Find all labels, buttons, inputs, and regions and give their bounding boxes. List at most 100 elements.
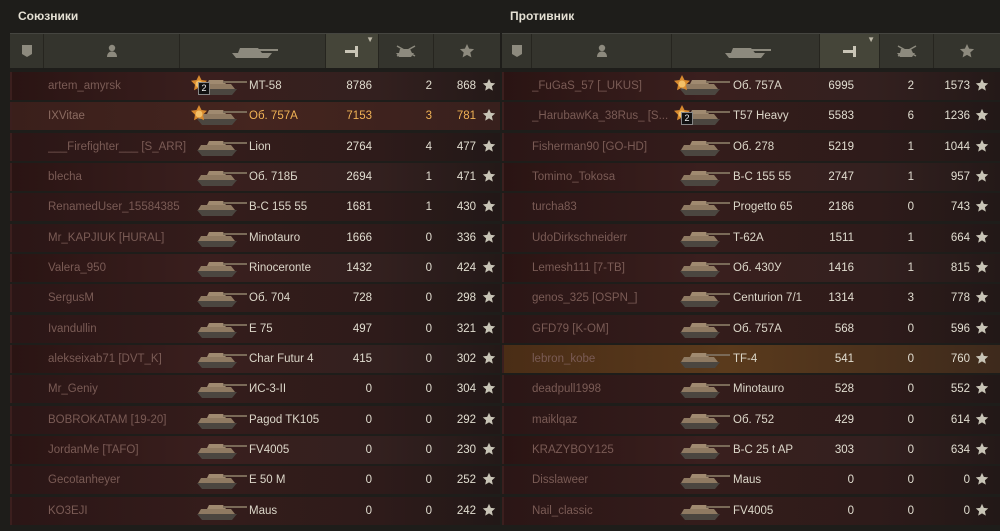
- table-row[interactable]: Nail_classic FV4005 0 0 0: [502, 496, 1000, 525]
- table-row[interactable]: artem_amyrsk 2 MT-58 8786 2 868: [10, 72, 500, 100]
- star-icon: [482, 351, 496, 364]
- table-row[interactable]: lebron_kobe TF-4 541 0 760: [502, 344, 1000, 373]
- damage-value: 415: [352, 352, 372, 365]
- table-row[interactable]: ___Firefighter___ [S_ARR] Lion 2764 4 477: [10, 132, 500, 161]
- damage-value: 429: [834, 413, 854, 426]
- kills-value: 2: [907, 80, 914, 92]
- table-row[interactable]: KO3EJI Maus 0 0 242: [10, 496, 500, 525]
- damage-value: 5583: [828, 110, 854, 123]
- table-row[interactable]: deadpull1998 Minotauro 528 0 552: [502, 375, 1000, 404]
- damage-value: 0: [365, 413, 372, 426]
- tank-icon: [197, 261, 247, 277]
- vehicle-name: Об. 757А: [249, 110, 298, 123]
- table-row[interactable]: Ivandullin E 75 497 0 321: [10, 314, 500, 343]
- sort-kills-button[interactable]: [880, 34, 934, 68]
- table-row[interactable]: maiklqaz Об. 752 429 0 614: [502, 405, 1000, 434]
- sort-platoon-button[interactable]: [10, 34, 44, 68]
- damage-value: 528: [834, 383, 854, 396]
- vehicle-name: Progetto 65: [733, 201, 793, 214]
- star-icon: [975, 503, 989, 516]
- xp-value: 957: [950, 170, 970, 183]
- tank-icon: [680, 140, 730, 156]
- tank-icon: [197, 504, 247, 520]
- table-row[interactable]: BOBROKATAM [19-20] Pagod TK105 0 0 292: [10, 405, 500, 434]
- table-row[interactable]: turcha83 Progetto 65 2186 0 743: [502, 193, 1000, 222]
- table-row[interactable]: Mr_Geniy ИС-3-II 0 0 304: [10, 375, 500, 404]
- kills-value: 0: [907, 504, 914, 517]
- sort-xp-button[interactable]: [934, 34, 1000, 68]
- table-row[interactable]: KRAZYBOY125 B-C 25 t AP 303 0 634: [502, 435, 1000, 464]
- vehicle-name: T-62A: [733, 231, 764, 244]
- xp-value: 1044: [944, 140, 970, 153]
- star-icon: [975, 169, 989, 182]
- table-row[interactable]: _HarubawKa_38Rus_ [S... 2 T57 Heavy 5583 6 12…: [502, 102, 1000, 131]
- sort-xp-button[interactable]: [434, 34, 500, 68]
- player-name: _FuGaS_57 [_UKUS]: [532, 80, 642, 92]
- star-icon: [975, 442, 989, 455]
- xp-value: 760: [950, 352, 970, 365]
- xp-value: 292: [456, 413, 476, 426]
- star-icon: [482, 139, 496, 152]
- vehicle-name: Pagod TK105: [249, 413, 320, 426]
- star-icon: [482, 109, 496, 121]
- table-row[interactable]: IXVitae Об. 757А 7153 3 781: [10, 102, 500, 131]
- player-name: Fisherman90 [GO-HD]: [532, 140, 648, 153]
- player-name: turcha83: [532, 201, 577, 214]
- tank-icon: [197, 292, 247, 308]
- xp-value: 815: [950, 261, 970, 274]
- star-icon: [975, 78, 989, 91]
- vehicle-name: Об. 718Б: [249, 170, 298, 183]
- sort-vehicle-button[interactable]: [672, 34, 820, 68]
- kills-icon: [396, 45, 416, 57]
- allies-list: artem_amyrsk 2 MT-58 8786 2 868 IXVitae Об. 757…: [10, 72, 500, 527]
- kills-value: 0: [907, 383, 914, 396]
- sort-vehicle-button[interactable]: [180, 34, 326, 68]
- player-name: Nail_classic: [532, 504, 593, 517]
- table-row[interactable]: UdoDirkschneiderr T-62A 1511 1 664: [502, 223, 1000, 252]
- table-row[interactable]: alekseixab71 [DVT_K] Char Futur 4 415 0 302: [10, 344, 500, 373]
- table-row[interactable]: Fisherman90 [GO-HD] Об. 278 5219 1 1044: [502, 132, 1000, 161]
- table-row[interactable]: RenamedUser_15584385 B-C 155 55 1681 1 430: [10, 193, 500, 222]
- table-row[interactable]: Gecotanheyer E 50 M 0 0 252: [10, 466, 500, 495]
- tank-icon: [680, 504, 730, 520]
- table-row[interactable]: blecha Об. 718Б 2694 1 471: [10, 162, 500, 191]
- kills-value: 0: [425, 443, 432, 456]
- table-row[interactable]: Lemesh111 [7-TB] Об. 430У 1416 1 815: [502, 253, 1000, 282]
- damage-value: 0: [365, 383, 372, 396]
- kills-value: 0: [907, 413, 914, 426]
- table-row[interactable]: Mr_KAPJIUK [HURAL] Minotauro 1666 0 336: [10, 223, 500, 252]
- xp-value: 781: [456, 110, 476, 123]
- tank-icon: [680, 201, 730, 217]
- table-row[interactable]: Disslaweer Maus 0 0 0: [502, 466, 1000, 495]
- vehicle-icon: [231, 48, 278, 58]
- table-row[interactable]: SergusM Об. 704 728 0 298: [10, 284, 500, 313]
- table-row[interactable]: Tomimo_Tokosa B-C 155 55 2747 1 957: [502, 162, 1000, 191]
- xp-value: 743: [950, 201, 970, 214]
- sort-damage-button[interactable]: ▼: [820, 34, 880, 68]
- sort-kills-button[interactable]: [379, 34, 434, 68]
- allies-panel: Союзники ▼ artem_amyrsk 2 MT-58 8786 2 868 IXV…: [0, 0, 500, 531]
- xp-value: 634: [950, 443, 970, 456]
- allies-title: Союзники: [18, 9, 79, 23]
- player-name: BOBROKATAM [19-20]: [48, 413, 167, 426]
- table-row[interactable]: JordanMe [TAFO] FV4005 0 0 230: [10, 435, 500, 464]
- sort-player-button[interactable]: [532, 34, 672, 68]
- table-row[interactable]: Valera_950 Rinoceronte 1432 0 424: [10, 253, 500, 282]
- allies-header: ▼: [10, 33, 500, 68]
- sort-platoon-button[interactable]: [502, 34, 532, 68]
- tank-icon: [197, 140, 247, 156]
- sort-player-button[interactable]: [44, 34, 180, 68]
- star-icon: [482, 260, 496, 273]
- player-name: KO3EJI: [48, 504, 88, 517]
- player-icon: [596, 44, 607, 57]
- table-row[interactable]: GFD79 [K-OM] Об. 757А 568 0 596: [502, 314, 1000, 343]
- damage-value: 568: [834, 322, 854, 335]
- tank-icon: [680, 292, 730, 308]
- table-row[interactable]: _FuGaS_57 [_UKUS] Об. 757А 6995 2 1573: [502, 72, 1000, 100]
- sort-damage-button[interactable]: ▼: [326, 34, 379, 68]
- star-icon: [482, 78, 496, 91]
- damage-value: 1666: [346, 231, 372, 244]
- xp-value: 242: [456, 504, 476, 517]
- table-row[interactable]: genos_325 [OSPN_] Centurion 7/1 1314 3 778: [502, 284, 1000, 313]
- star-icon: [482, 230, 496, 243]
